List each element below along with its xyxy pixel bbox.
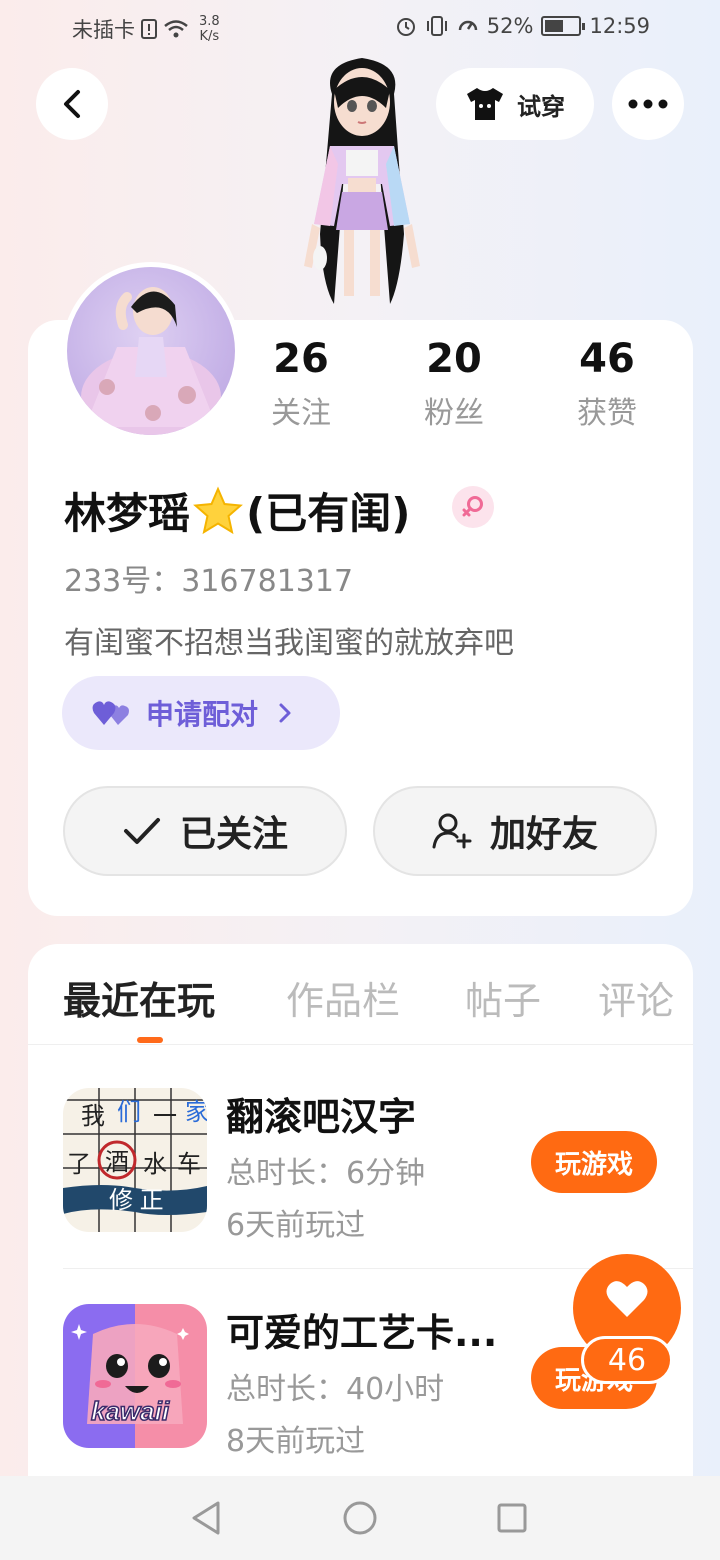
tab-active-indicator bbox=[137, 1037, 163, 1043]
tab-divider bbox=[28, 1044, 693, 1045]
nav-back-icon bbox=[192, 1501, 220, 1535]
nav-recents-icon bbox=[497, 1503, 527, 1533]
game-title[interactable]: 可爱的工艺卡... bbox=[226, 1302, 497, 1357]
tab-posts[interactable]: 帖子 bbox=[465, 970, 541, 1025]
double-heart-icon bbox=[92, 701, 129, 725]
stat-fans-value: 20 bbox=[426, 336, 482, 382]
play-game-button[interactable]: 玩游戏 bbox=[531, 1131, 657, 1193]
battery-percent: 52% bbox=[486, 14, 534, 38]
game-icon-text: kawaii bbox=[91, 1396, 170, 1426]
user-name: 林梦瑶 (已有闺) bbox=[64, 480, 410, 541]
stat-likes-value: 46 bbox=[579, 336, 635, 382]
network-speed: 3.8 K/s bbox=[199, 14, 220, 44]
checkmark-icon bbox=[123, 818, 160, 844]
heart-icon bbox=[606, 1281, 648, 1317]
request-pair-button[interactable]: 申请配对 bbox=[62, 676, 340, 750]
request-pair-label: 申请配对 bbox=[146, 698, 259, 731]
more-dots-icon bbox=[628, 99, 668, 109]
following-label: 已关注 bbox=[179, 814, 288, 855]
status-bar: 未插卡 3.8 K/s 52% 12:59 bbox=[0, 0, 720, 56]
wifi-icon bbox=[164, 20, 188, 38]
game-icon-char-7: 车 bbox=[177, 1151, 201, 1178]
game-icon-char-1: 们 bbox=[117, 1099, 141, 1126]
tab-comments[interactable]: 评论 bbox=[598, 970, 674, 1025]
stat-likes[interactable]: 46 获赞 bbox=[547, 334, 667, 432]
back-button[interactable] bbox=[36, 68, 108, 140]
game-icon-char-0: 我 bbox=[81, 1103, 105, 1130]
avatar-image bbox=[81, 287, 221, 435]
user-name-part1: 林梦瑶 bbox=[64, 489, 191, 538]
game-icon-kawaii[interactable]: kawaii bbox=[63, 1304, 207, 1448]
game-icon-char-2: 一 bbox=[153, 1103, 177, 1130]
star-icon bbox=[193, 485, 243, 534]
stat-following[interactable]: 26 关注 bbox=[241, 334, 361, 432]
clock-time: 12:59 bbox=[589, 14, 650, 38]
user-id: 233号：316781317 bbox=[64, 564, 354, 599]
game-icon-hanzi[interactable]: 我 们 一 家 了 酒 水 车 修 正 bbox=[63, 1088, 207, 1232]
add-user-icon bbox=[432, 813, 472, 849]
system-nav-bar bbox=[0, 1476, 720, 1560]
stat-following-label: 关注 bbox=[271, 396, 331, 431]
game-icon-char-3: 家 bbox=[185, 1099, 207, 1126]
game-icon-char-4: 了 bbox=[67, 1151, 91, 1178]
tab-works[interactable]: 作品栏 bbox=[286, 970, 400, 1025]
female-gender-icon bbox=[452, 486, 494, 528]
data-saver-icon bbox=[458, 20, 478, 31]
avatar-3d-figure[interactable] bbox=[282, 54, 442, 322]
vibrate-icon bbox=[426, 16, 447, 36]
game-duration: 总时长：40小时 bbox=[226, 1372, 445, 1407]
stat-following-value: 26 bbox=[273, 336, 329, 382]
add-friend-label: 加好友 bbox=[489, 814, 598, 855]
stat-likes-label: 获赞 bbox=[577, 396, 637, 431]
chevron-right-icon bbox=[279, 703, 291, 723]
add-friend-button[interactable]: 加好友 bbox=[373, 786, 657, 876]
nav-recents-button[interactable] bbox=[492, 1498, 532, 1538]
battery-icon bbox=[541, 16, 586, 36]
game-icon-char-5: 酒 bbox=[105, 1149, 129, 1176]
game-last-played: 6天前玩过 bbox=[226, 1208, 366, 1243]
user-name-part2: (已有闺) bbox=[246, 489, 411, 538]
game-icon-char-6: 水 bbox=[143, 1151, 167, 1178]
stat-fans-label: 粉丝 bbox=[424, 396, 484, 431]
nav-back-button[interactable] bbox=[186, 1498, 226, 1538]
following-button[interactable]: 已关注 bbox=[63, 786, 347, 876]
try-on-label: 试穿 bbox=[517, 92, 565, 121]
game-title[interactable]: 翻滚吧汉字 bbox=[226, 1086, 416, 1141]
game-icon-banner: 修 正 bbox=[109, 1187, 164, 1214]
nav-home-icon bbox=[343, 1501, 377, 1535]
alarm-icon bbox=[396, 18, 415, 36]
sim-alert-icon bbox=[141, 19, 157, 39]
game-duration: 总时长：6分钟 bbox=[226, 1156, 426, 1191]
back-arrow-icon bbox=[64, 90, 80, 118]
more-options-button[interactable] bbox=[612, 68, 684, 140]
try-on-button[interactable]: 试穿 bbox=[436, 68, 594, 140]
tshirt-icon bbox=[467, 88, 503, 120]
carrier-text: 未插卡 bbox=[72, 18, 135, 42]
game-last-played: 8天前玩过 bbox=[226, 1424, 366, 1459]
user-avatar[interactable] bbox=[62, 262, 240, 440]
tab-recently-played[interactable]: 最近在玩 bbox=[63, 970, 215, 1025]
like-count: 46 bbox=[581, 1336, 673, 1384]
nav-home-button[interactable] bbox=[340, 1498, 380, 1538]
stat-fans[interactable]: 20 粉丝 bbox=[394, 334, 514, 432]
user-bio: 有闺蜜不招想当我闺蜜的就放弃吧 bbox=[64, 626, 514, 661]
